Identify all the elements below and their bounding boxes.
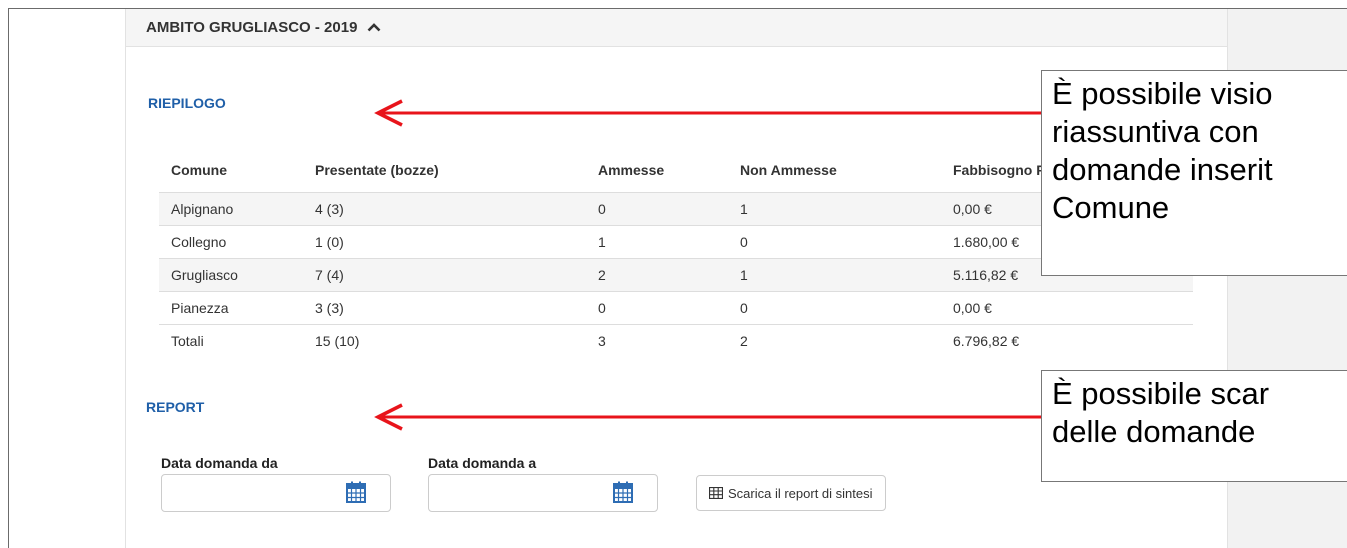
table-row: Grugliasco 7 (4) 2 1 5.116,82 € xyxy=(159,258,1193,292)
report-callout: È possibile scar delle domande xyxy=(1041,370,1347,482)
table-cell: Grugliasco xyxy=(159,258,303,292)
callout-line: È possibile scar xyxy=(1052,376,1270,411)
table-cell: 1 (0) xyxy=(303,225,586,259)
download-summary-report-label: Scarica il report di sintesi xyxy=(728,485,873,501)
callout-line: delle domande xyxy=(1052,414,1256,449)
table-cell: 0 xyxy=(586,291,728,325)
date-to-label: Data domanda a xyxy=(428,455,537,471)
callout-line: Comune xyxy=(1052,190,1170,225)
summary-section-title: RIEPILOGO xyxy=(148,95,226,111)
table-header-row: Comune Presentate (bozze) Ammesse Non Am… xyxy=(159,147,1193,193)
table-cell: 3 xyxy=(586,324,728,357)
table-cell: 6.796,82 € xyxy=(941,324,1193,357)
callout-line: È possibile visio xyxy=(1052,76,1273,111)
table-row: Collegno 1 (0) 1 0 1.680,00 € xyxy=(159,225,1193,259)
column-header: Presentate (bozze) xyxy=(303,147,586,193)
table-icon xyxy=(709,487,723,499)
chevron-up-icon[interactable] xyxy=(367,19,381,37)
table-row: Alpignano 4 (3) 0 1 0,00 € xyxy=(159,192,1193,226)
report-section-title: REPORT xyxy=(146,399,205,415)
table-cell: 15 (10) xyxy=(303,324,586,357)
table-cell: 1 xyxy=(586,225,728,259)
download-summary-report-button[interactable]: Scarica il report di sintesi xyxy=(696,475,886,511)
table-cell: 2 xyxy=(586,258,728,292)
report-arrow xyxy=(374,403,1048,431)
window-left-border xyxy=(8,8,9,548)
table-cell: 0 xyxy=(586,192,728,226)
table-cell: Alpignano xyxy=(159,192,303,226)
table-cell: 0 xyxy=(728,291,941,325)
panel-title: AMBITO GRUGLIASCO - 2019 xyxy=(146,19,358,36)
table-cell: 1 xyxy=(728,258,941,292)
column-header: Ammesse xyxy=(586,147,728,193)
summary-arrow xyxy=(374,99,1048,127)
calendar-icon[interactable] xyxy=(613,481,633,503)
table-cell: Pianezza xyxy=(159,291,303,325)
table-cell: 3 (3) xyxy=(303,291,586,325)
column-header: Comune xyxy=(159,147,303,193)
panel-header[interactable]: AMBITO GRUGLIASCO - 2019 xyxy=(126,9,1227,47)
table-cell: 1 xyxy=(728,192,941,226)
date-from-label: Data domanda da xyxy=(161,455,278,471)
table-cell: 0,00 € xyxy=(941,291,1193,325)
table-cell: Totali xyxy=(159,324,303,357)
calendar-icon[interactable] xyxy=(346,481,366,503)
table-row-totals: Totali 15 (10) 3 2 6.796,82 € xyxy=(159,324,1193,357)
table-cell: 4 (3) xyxy=(303,192,586,226)
callout-line: riassuntiva con xyxy=(1052,114,1259,149)
table-cell: Collegno xyxy=(159,225,303,259)
table-cell: 2 xyxy=(728,324,941,357)
table-row: Pianezza 3 (3) 0 0 0,00 € xyxy=(159,291,1193,325)
table-cell: 0 xyxy=(728,225,941,259)
summary-table: Comune Presentate (bozze) Ammesse Non Am… xyxy=(159,147,1193,357)
summary-callout: È possibile visio riassuntiva con domand… xyxy=(1041,70,1347,276)
table-cell: 7 (4) xyxy=(303,258,586,292)
callout-line: domande inserit xyxy=(1052,152,1273,187)
column-header: Non Ammesse xyxy=(728,147,941,193)
